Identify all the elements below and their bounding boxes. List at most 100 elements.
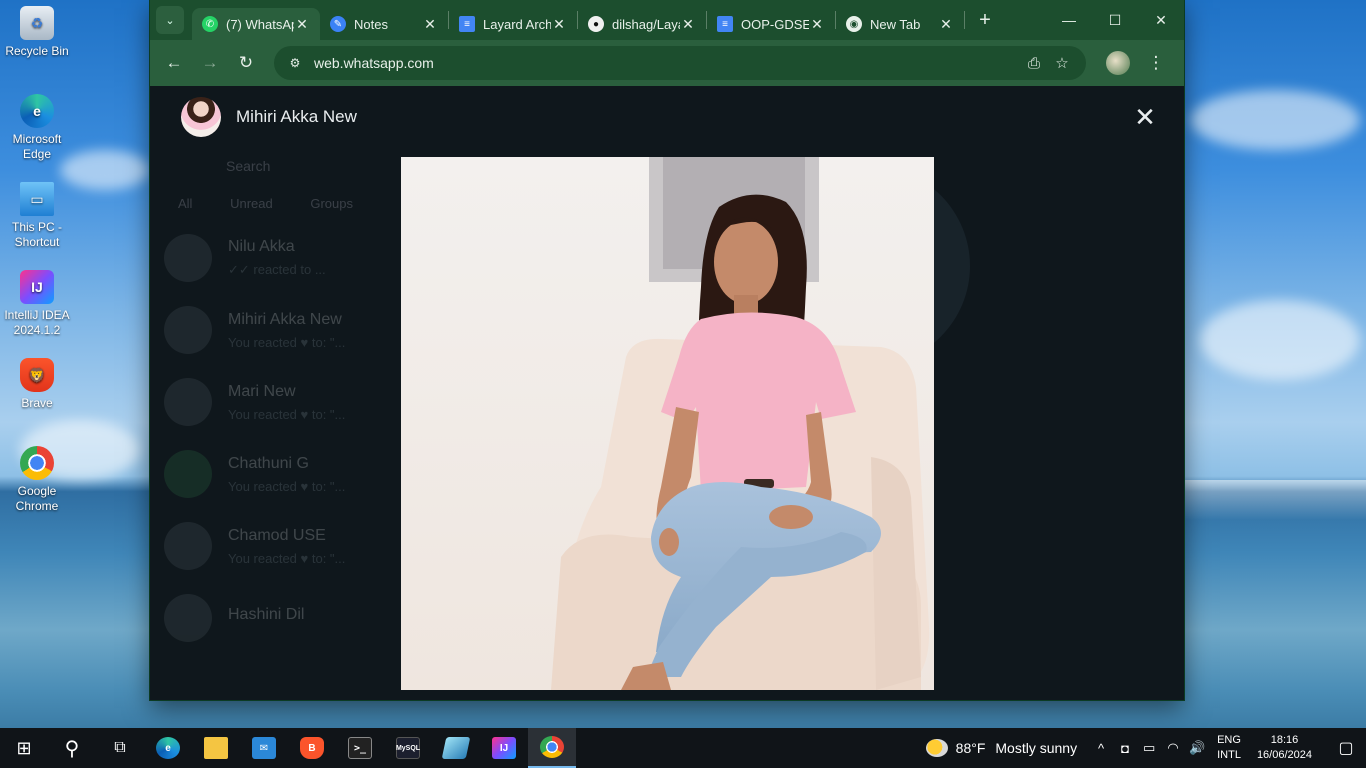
avatar bbox=[164, 234, 212, 282]
taskbar-intellij[interactable]: IJ bbox=[480, 728, 528, 768]
tab-search-button[interactable]: ⌄ bbox=[156, 6, 184, 34]
install-app-icon[interactable]: ⎙ bbox=[1020, 55, 1048, 72]
taskbar-brave[interactable]: B bbox=[288, 728, 336, 768]
lang-bottom: INTL bbox=[1217, 749, 1241, 761]
list-item: Mihiri Akka New You reacted ♥ to: "... bbox=[150, 294, 410, 366]
tab-title: Layard Architecture bbox=[483, 16, 551, 32]
taskbar-mysql[interactable]: MySQL bbox=[384, 728, 432, 768]
weather-widget[interactable]: 88°F Mostly sunny bbox=[925, 739, 1077, 757]
reload-icon[interactable]: ↻ bbox=[230, 47, 262, 79]
desktop-icon-label: This PC - Shortcut bbox=[11, 220, 62, 249]
taskbar-edge[interactable]: e bbox=[144, 728, 192, 768]
wifi-icon[interactable]: ◠ bbox=[1161, 740, 1185, 756]
tab-notes[interactable]: ✎ Notes ✕ bbox=[320, 8, 448, 40]
avatar bbox=[164, 306, 212, 354]
list-item: Chamod USE You reacted ♥ to: "... bbox=[150, 510, 410, 582]
chat-preview: You reacted ♥ to: "... bbox=[228, 334, 346, 350]
folder-icon bbox=[204, 737, 228, 759]
close-tab-icon[interactable]: ✕ bbox=[938, 16, 954, 33]
clock-time: 18:16 bbox=[1270, 734, 1299, 746]
site-settings-icon[interactable]: ⚙ bbox=[284, 52, 306, 74]
close-tab-icon[interactable]: ✕ bbox=[809, 16, 825, 33]
chat-preview: You reacted ♥ to: "... bbox=[228, 478, 346, 494]
more-menu-icon[interactable]: ⋮ bbox=[1140, 47, 1172, 79]
app-icon bbox=[441, 737, 471, 759]
url-text[interactable]: web.whatsapp.com bbox=[314, 55, 1020, 71]
chat-name: Mari New bbox=[228, 382, 296, 400]
tab-divider bbox=[964, 11, 965, 29]
docs-icon: ≡ bbox=[459, 16, 475, 32]
camera-icon[interactable]: ◘ bbox=[1113, 741, 1137, 756]
profile-avatar[interactable] bbox=[1106, 51, 1130, 75]
new-tab-button[interactable]: + bbox=[971, 6, 999, 34]
tab-layard[interactable]: ≡ Layard Architecture ✕ bbox=[449, 8, 577, 40]
close-tab-icon[interactable]: ✕ bbox=[680, 16, 696, 33]
desktop-icon-recycle-bin[interactable]: ♻ Recycle Bin bbox=[4, 6, 70, 59]
windows-logo-icon: ⊞ bbox=[16, 737, 32, 758]
forward-arrow-icon[interactable]: → bbox=[194, 47, 226, 79]
chat-preview: ✓✓ reacted to ... bbox=[228, 262, 326, 277]
avatar[interactable] bbox=[181, 97, 221, 137]
notification-icon[interactable]: ▢ bbox=[1326, 738, 1366, 758]
close-tab-icon[interactable]: ✕ bbox=[294, 16, 310, 33]
taskbar-file-explorer[interactable] bbox=[192, 728, 240, 768]
taskbar-mail[interactable]: ✉ bbox=[240, 728, 288, 768]
tab-whatsapp[interactable]: ✆ (7) WhatsApp ✕ bbox=[192, 8, 320, 40]
taskbar-app[interactable] bbox=[432, 728, 480, 768]
close-tab-icon[interactable]: ✕ bbox=[551, 16, 567, 33]
chrome-icon bbox=[540, 736, 564, 758]
chevron-up-icon[interactable]: ^ bbox=[1089, 741, 1113, 756]
avatar bbox=[164, 594, 212, 642]
github-icon: ● bbox=[588, 16, 604, 32]
battery-icon[interactable]: ▭ bbox=[1137, 740, 1161, 756]
bookmark-star-icon[interactable]: ☆ bbox=[1048, 54, 1076, 72]
media-viewer-header: Mihiri Akka New ✕ bbox=[150, 86, 1184, 148]
search-icon: ⚲ bbox=[64, 737, 80, 760]
search-button[interactable]: ⚲ bbox=[48, 728, 96, 768]
tab-title: OOP-GDSE bbox=[741, 16, 809, 32]
clock[interactable]: 18:16 16/06/2024 bbox=[1257, 733, 1312, 763]
desktop-icon-this-pc[interactable]: ▭ This PC - Shortcut bbox=[4, 182, 70, 250]
browser-toolbar: ← → ↻ ⚙ web.whatsapp.com ⎙ ☆ ⋮ bbox=[150, 40, 1184, 86]
taskbar-chrome[interactable] bbox=[528, 728, 576, 768]
task-view-button[interactable]: ⧉ bbox=[96, 728, 144, 768]
tab-github[interactable]: ● dilshag/Layard ✕ bbox=[578, 8, 706, 40]
task-view-icon: ⧉ bbox=[114, 739, 126, 756]
mail-icon: ✉ bbox=[252, 737, 276, 759]
back-arrow-icon[interactable]: ← bbox=[158, 47, 190, 79]
tab-strip: ⌄ ✆ (7) WhatsApp ✕ ✎ Notes ✕ ≡ Layard Ar… bbox=[150, 0, 1184, 40]
volume-icon[interactable]: 🔊 bbox=[1185, 740, 1209, 756]
list-item: Hashini Dil bbox=[150, 582, 410, 654]
close-icon[interactable]: ✕ bbox=[1132, 104, 1158, 130]
close-tab-icon[interactable]: ✕ bbox=[422, 16, 438, 33]
address-bar[interactable]: ⚙ web.whatsapp.com ⎙ ☆ bbox=[274, 46, 1086, 80]
chat-preview: You reacted ♥ to: "... bbox=[228, 550, 346, 566]
tab-oop-gdse[interactable]: ≡ OOP-GDSE ✕ bbox=[707, 8, 835, 40]
filter-unread: Unread bbox=[230, 196, 273, 211]
desktop-icon-intellij[interactable]: IJ IntelliJ IDEA 2024.1.2 bbox=[4, 270, 70, 338]
background-search: Search bbox=[226, 158, 271, 174]
background-filters: All Unread Groups bbox=[150, 186, 410, 222]
close-window-icon[interactable]: ✕ bbox=[1138, 0, 1184, 40]
minimize-icon[interactable]: — bbox=[1046, 0, 1092, 40]
partly-sunny-icon bbox=[925, 739, 948, 757]
desktop-icon-chrome[interactable]: Google Chrome bbox=[4, 446, 70, 514]
start-button[interactable]: ⊞ bbox=[0, 728, 48, 768]
taskbar-terminal[interactable]: >_ bbox=[336, 728, 384, 768]
desktop-icon-label: Recycle Bin bbox=[5, 44, 69, 58]
desktop-icon-edge[interactable]: e Microsoft Edge bbox=[4, 94, 70, 162]
language-indicator[interactable]: ENG INTL bbox=[1217, 733, 1241, 763]
chat-name: Hashini Dil bbox=[228, 606, 305, 623]
desktop-icon-brave[interactable]: 🦁 Brave bbox=[4, 358, 70, 411]
lang-top: ENG bbox=[1217, 734, 1241, 746]
recycle-bin-icon: ♻ bbox=[20, 6, 54, 40]
edge-icon: e bbox=[20, 94, 54, 128]
viewer-contact-name[interactable]: Mihiri Akka New bbox=[236, 107, 357, 127]
tab-title: (7) WhatsApp bbox=[226, 16, 294, 32]
avatar bbox=[164, 522, 212, 570]
clock-date: 16/06/2024 bbox=[1256, 749, 1312, 761]
maximize-icon[interactable]: ☐ bbox=[1092, 0, 1138, 40]
background-chat-list: Search All Unread Groups Nilu Akka ✓✓ rea… bbox=[150, 146, 410, 654]
tab-new-tab[interactable]: ◉ New Tab ✕ bbox=[836, 8, 964, 40]
chevron-down-icon: ⌄ bbox=[165, 14, 175, 27]
